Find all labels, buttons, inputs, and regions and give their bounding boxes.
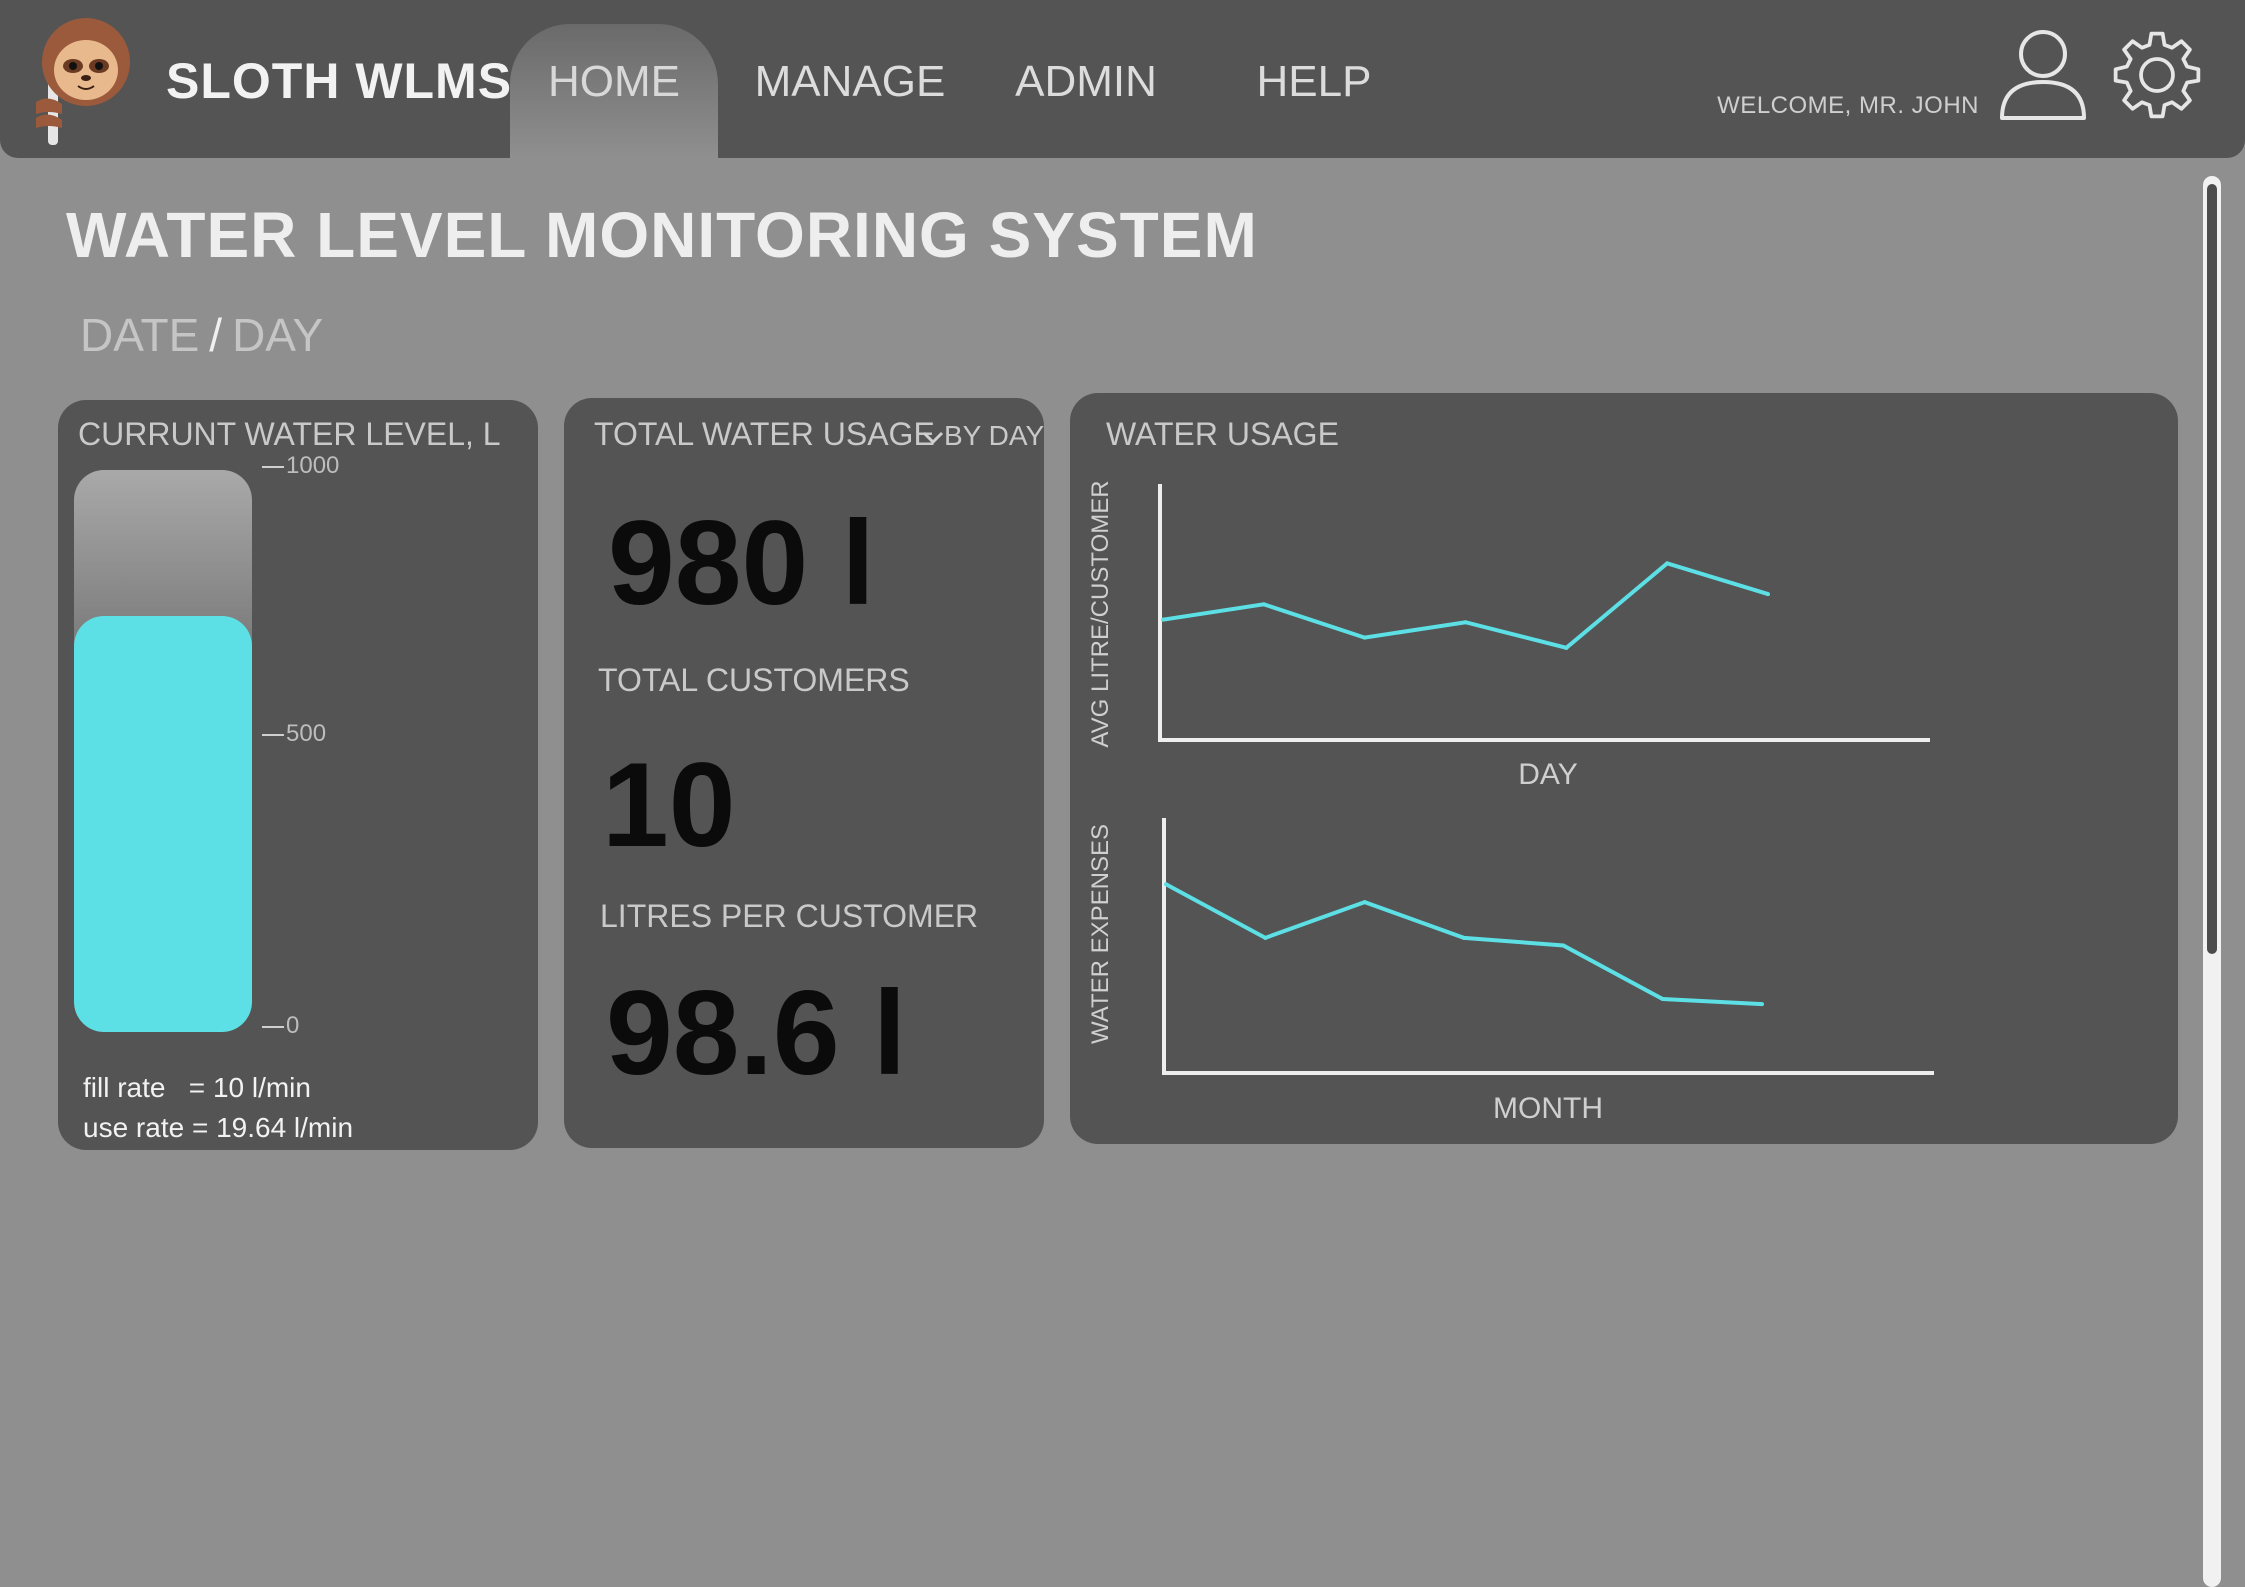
vertical-scrollbar[interactable] <box>2203 176 2221 1587</box>
monthly-chart-xlabel: MONTH <box>1493 1092 1603 1125</box>
monthly-expenses-point-2 <box>1362 900 1367 905</box>
daily-usage-point-3 <box>1463 620 1468 625</box>
daily-usage-point-4 <box>1564 645 1569 650</box>
monthly-expenses-point-6 <box>1760 1002 1764 1007</box>
daily-usage-point-5 <box>1665 561 1670 566</box>
monthly-expenses-point-0 <box>1164 882 1168 887</box>
daily-usage-series-line <box>1162 561 1769 651</box>
daily-usage-point-2 <box>1362 635 1367 640</box>
monthly-expenses-point-5 <box>1660 997 1665 1002</box>
daily-usage-point-6 <box>1766 592 1770 597</box>
scrollbar-thumb[interactable] <box>2207 184 2217 954</box>
daily-usage-point-0 <box>1161 617 1165 622</box>
monthly-expenses-series-line <box>1165 882 1763 1007</box>
monthly-expenses-point-4 <box>1561 943 1566 948</box>
monthly-chart-ylabel: WATER EXPENSES <box>1087 824 1114 1044</box>
daily-usage-point-1 <box>1261 602 1266 607</box>
monthly-expenses-point-3 <box>1462 935 1466 940</box>
water-usage-charts: DAY AVG LITRE/CUSTOMER MONTH WATER EXPEN… <box>1087 480 1934 1125</box>
monthly-expenses-point-1 <box>1263 935 1268 940</box>
daily-chart-xlabel: DAY <box>1518 758 1577 791</box>
daily-chart-ylabel: AVG LITRE/CUSTOMER <box>1087 480 1114 747</box>
daily-chart-axes <box>1158 484 1930 742</box>
